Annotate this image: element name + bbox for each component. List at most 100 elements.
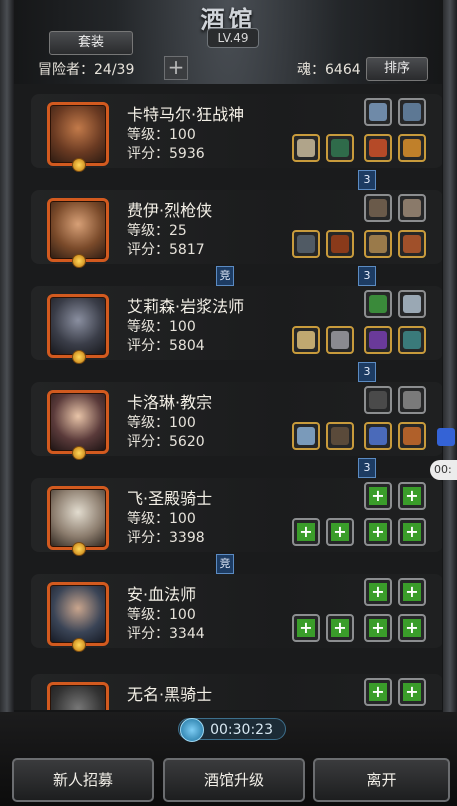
arena-tag: 竞 bbox=[216, 266, 234, 286]
hero-card[interactable]: 卡特马尔·狂战神 等级：100 评分：5936 bbox=[31, 94, 442, 172]
potion-icon bbox=[369, 427, 387, 445]
add-icon: + bbox=[331, 619, 349, 637]
equip-slot[interactable] bbox=[326, 134, 354, 162]
equip-slot[interactable] bbox=[364, 326, 392, 354]
hero-portrait[interactable] bbox=[47, 390, 109, 460]
spear-icon bbox=[297, 235, 315, 253]
add-adventurer-slot-button[interactable]: + bbox=[164, 56, 188, 80]
empty-equip-slot[interactable]: + bbox=[364, 482, 392, 510]
leave-button[interactable]: 离开 bbox=[313, 758, 450, 802]
equip-slot[interactable] bbox=[364, 422, 392, 450]
hero-card[interactable]: 费伊·烈枪侠 等级：25 评分：5817 bbox=[31, 190, 442, 268]
floating-timer[interactable]: 00: bbox=[430, 460, 457, 480]
empty-equip-slot[interactable]: + bbox=[292, 518, 320, 546]
hero-level: 等级：100 bbox=[127, 319, 196, 335]
suit-button[interactable]: 套装 bbox=[49, 31, 133, 55]
equip-slot[interactable] bbox=[292, 230, 320, 258]
hero-portrait[interactable] bbox=[47, 198, 109, 268]
add-icon: + bbox=[403, 619, 421, 637]
hero-card[interactable]: 无名·黑骑士 + + bbox=[31, 674, 442, 710]
camera-icon[interactable] bbox=[437, 428, 455, 446]
equip-slot[interactable] bbox=[398, 422, 426, 450]
add-icon: + bbox=[297, 619, 315, 637]
hero-name: 卡洛琳·教宗 bbox=[127, 393, 213, 412]
amulet-icon bbox=[403, 331, 421, 349]
whip-icon bbox=[369, 199, 387, 217]
equip-slot[interactable] bbox=[326, 230, 354, 258]
hero-score: 评分：5936 bbox=[127, 146, 205, 162]
hero-list[interactable]: 卡特马尔·狂战神 等级：100 评分：5936 3 费伊·烈枪侠 等级：25 评… bbox=[14, 84, 442, 710]
link-count-tag: 3 bbox=[358, 362, 376, 382]
add-icon: + bbox=[403, 683, 421, 701]
empty-equip-slot[interactable]: + bbox=[326, 518, 354, 546]
staff-icon bbox=[297, 331, 315, 349]
hero-card[interactable]: 飞·圣殿骑士 等级：100 评分：3398 + + + + + + bbox=[31, 478, 442, 556]
empty-equip-slot[interactable]: + bbox=[398, 678, 426, 706]
hero-portrait[interactable] bbox=[47, 102, 109, 172]
empty-equip-slot[interactable]: + bbox=[326, 614, 354, 642]
hero-card[interactable]: 卡洛琳·教宗 等级：100 评分：5620 bbox=[31, 382, 442, 460]
hero-level: 等级：100 bbox=[127, 607, 196, 623]
hero-portrait[interactable] bbox=[47, 294, 109, 364]
empty-equip-slot[interactable]: + bbox=[364, 518, 392, 546]
soul-count: 魂：6464 bbox=[297, 62, 361, 78]
hero-portrait[interactable] bbox=[47, 486, 109, 556]
hero-level: 等级：100 bbox=[127, 415, 196, 431]
equip-slot[interactable] bbox=[398, 290, 426, 318]
equip-slot[interactable] bbox=[398, 134, 426, 162]
equip-slot[interactable] bbox=[398, 326, 426, 354]
add-icon: + bbox=[297, 523, 315, 541]
empty-equip-slot[interactable]: + bbox=[364, 614, 392, 642]
armor-icon bbox=[331, 139, 349, 157]
equip-slot[interactable] bbox=[364, 386, 392, 414]
tavern-level-badge: LV.49 bbox=[207, 28, 259, 48]
equip-slot[interactable] bbox=[398, 230, 426, 258]
hero-score: 评分：5804 bbox=[127, 338, 205, 354]
equip-slot[interactable] bbox=[364, 194, 392, 222]
equip-slot[interactable] bbox=[292, 422, 320, 450]
hero-name: 飞·圣殿骑士 bbox=[127, 489, 213, 508]
empty-equip-slot[interactable]: + bbox=[398, 518, 426, 546]
equip-slot[interactable] bbox=[364, 134, 392, 162]
axe-icon bbox=[297, 139, 315, 157]
necklace-icon bbox=[369, 391, 387, 409]
orb-icon bbox=[403, 235, 421, 253]
equip-slot[interactable] bbox=[326, 326, 354, 354]
add-icon: + bbox=[403, 583, 421, 601]
hero-card[interactable]: 安·血法师 等级：100 评分：3344 + + + + + + bbox=[31, 574, 442, 652]
arena-tag: 竞 bbox=[216, 554, 234, 574]
sort-button[interactable]: 排序 bbox=[366, 57, 428, 81]
hero-name: 安·血法师 bbox=[127, 585, 197, 604]
empty-equip-slot[interactable]: + bbox=[364, 678, 392, 706]
star-gem-icon bbox=[72, 638, 86, 652]
add-icon: + bbox=[369, 619, 387, 637]
clock-icon bbox=[180, 718, 204, 742]
link-count-tag: 3 bbox=[358, 170, 376, 190]
hero-level: 等级：100 bbox=[127, 127, 196, 143]
equip-slot[interactable] bbox=[326, 422, 354, 450]
equip-slot[interactable] bbox=[398, 98, 426, 126]
empty-equip-slot[interactable]: + bbox=[398, 614, 426, 642]
equip-slot[interactable] bbox=[398, 386, 426, 414]
add-icon: + bbox=[369, 683, 387, 701]
equip-slot[interactable] bbox=[398, 194, 426, 222]
empty-equip-slot[interactable]: + bbox=[398, 578, 426, 606]
link-count-tag: 3 bbox=[358, 458, 376, 478]
hero-name: 艾莉森·岩浆法师 bbox=[127, 297, 245, 316]
equip-slot[interactable] bbox=[364, 230, 392, 258]
hammer-icon bbox=[297, 427, 315, 445]
equip-slot[interactable] bbox=[292, 326, 320, 354]
ring-icon bbox=[369, 331, 387, 349]
empty-equip-slot[interactable]: + bbox=[364, 578, 392, 606]
hero-portrait[interactable] bbox=[47, 582, 109, 652]
empty-equip-slot[interactable]: + bbox=[292, 614, 320, 642]
hero-portrait[interactable] bbox=[47, 682, 109, 710]
equip-slot[interactable] bbox=[292, 134, 320, 162]
equip-slot[interactable] bbox=[364, 98, 392, 126]
scroll-icon bbox=[369, 235, 387, 253]
recruit-button[interactable]: 新人招募 bbox=[12, 758, 154, 802]
hero-card[interactable]: 艾莉森·岩浆法师 等级：100 评分：5804 bbox=[31, 286, 442, 364]
equip-slot[interactable] bbox=[364, 290, 392, 318]
empty-equip-slot[interactable]: + bbox=[398, 482, 426, 510]
upgrade-tavern-button[interactable]: 酒馆升级 bbox=[163, 758, 305, 802]
